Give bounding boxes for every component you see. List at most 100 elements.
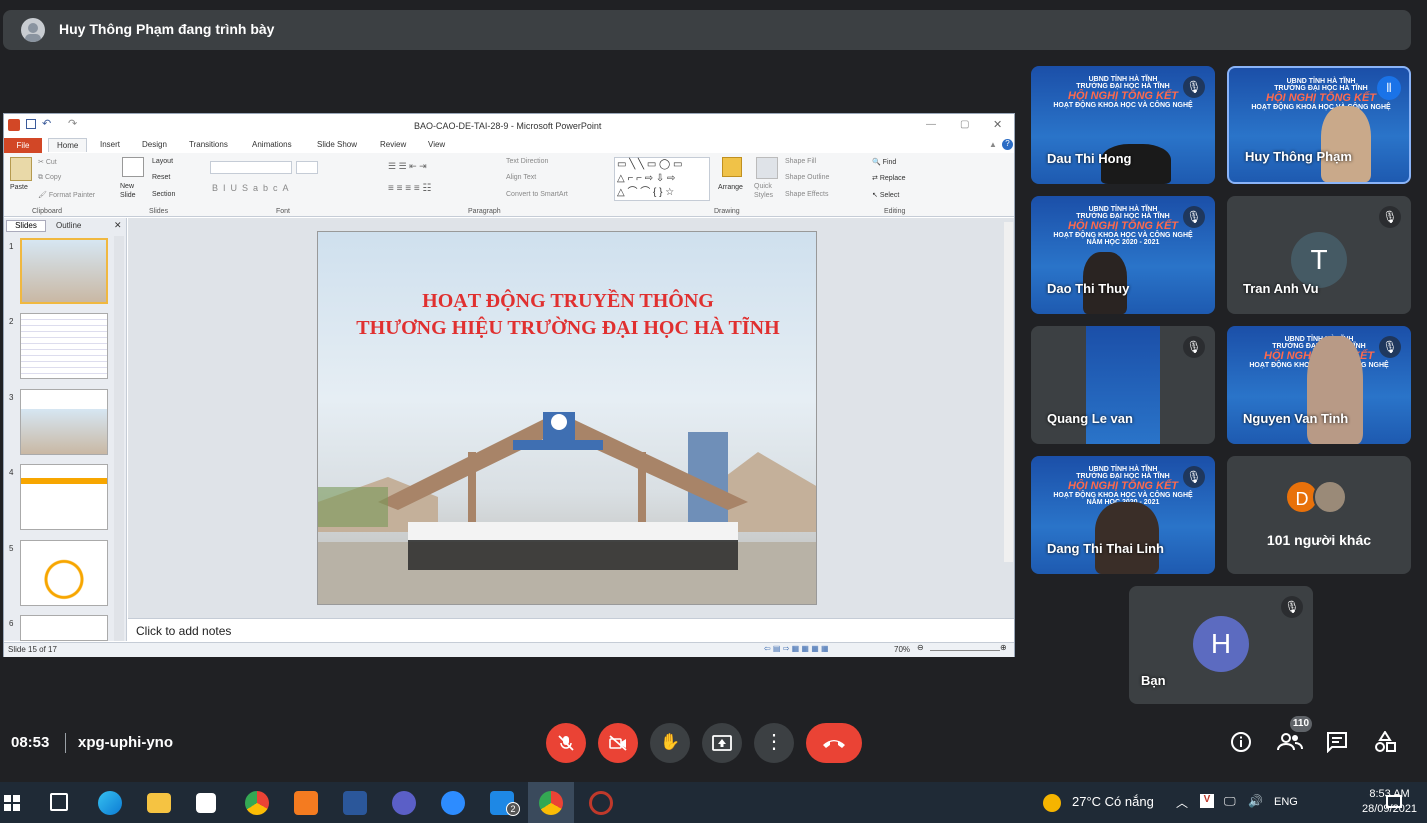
align-buttons[interactable]: ≡ ≡ ≡ ≡ ☷	[388, 183, 431, 194]
leave-call-button[interactable]	[806, 723, 862, 763]
zoom-out-icon[interactable]: ⊖	[917, 643, 924, 652]
redo-icon[interactable]: ↷	[68, 117, 77, 130]
section-button[interactable]: Section	[152, 191, 175, 198]
shapes-gallery[interactable]: ▭ ╲ ╲ ▭ ◯ ▭ △ ⌐ ⌐ ⇨ ⇩ ⇨ △ ⌒ ⌒ { } ☆	[614, 157, 710, 201]
tab-review[interactable]: Review	[380, 140, 406, 149]
participant-tile[interactable]: 🎙 Quang Le van	[1031, 326, 1215, 444]
foxit-icon[interactable]	[294, 791, 318, 815]
notes-pane[interactable]: Click to add notes	[128, 618, 1014, 642]
tab-animations[interactable]: Animations	[252, 140, 292, 149]
shape-fill-button[interactable]: Shape Fill	[785, 158, 816, 165]
zoom-level[interactable]: 70%	[894, 645, 910, 654]
tab-slide-show[interactable]: Slide Show	[317, 140, 357, 149]
new-slide-icon[interactable]	[122, 157, 144, 177]
zoom-in-icon[interactable]: ⊕	[1000, 643, 1007, 652]
notifications-icon[interactable]	[1386, 795, 1402, 808]
convert-smartart-button[interactable]: Convert to SmartArt	[506, 191, 568, 198]
raise-hand-button[interactable]: ✋	[650, 723, 690, 763]
list-buttons[interactable]: ☰ ☰ ⇤ ⇥	[388, 161, 427, 172]
replace-button[interactable]: ⇄ Replace	[872, 174, 906, 182]
quick-styles-button[interactable]: Quick Styles	[754, 182, 780, 200]
paste-icon[interactable]	[10, 157, 32, 181]
network-icon[interactable]: 🖵	[1224, 794, 1236, 809]
present-button[interactable]	[702, 723, 742, 763]
font-name-select[interactable]	[210, 161, 292, 174]
pane-close-icon[interactable]: ✕	[114, 220, 122, 231]
copy-button[interactable]: ⧉ Copy	[38, 174, 61, 182]
minimize-icon[interactable]: —	[926, 119, 936, 130]
shape-effects-button[interactable]: Shape Effects	[785, 191, 828, 198]
slides-pane-tab[interactable]: Slides	[6, 220, 46, 232]
self-tile[interactable]: H 🎙 Bạn	[1129, 586, 1313, 704]
slide-thumbnail-3[interactable]	[20, 389, 108, 455]
current-slide[interactable]: HOẠT ĐỘNG TRUYỀN THÔNG THƯƠNG HIỆU TRƯỜN…	[317, 231, 817, 605]
mic-toggle-button[interactable]	[546, 723, 586, 763]
word-icon[interactable]	[343, 791, 367, 815]
teams-icon[interactable]	[392, 791, 416, 815]
outline-pane-tab[interactable]: Outline	[56, 221, 81, 230]
shape-outline-button[interactable]: Shape Outline	[785, 174, 829, 181]
windows-start-icon[interactable]	[4, 795, 20, 811]
powerpoint-window[interactable]: ↶ ↷ BAO-CAO-DE-TAI-28-9 - Microsoft Powe…	[3, 113, 1015, 657]
format-painter-button[interactable]: 🖌 Format Painter	[38, 191, 95, 199]
meeting-details-button[interactable]	[1230, 731, 1252, 759]
slide-thumbnail-4[interactable]	[20, 464, 108, 530]
help-icon[interactable]: ?	[1002, 139, 1013, 150]
people-button[interactable]	[1277, 731, 1303, 759]
chat-button[interactable]	[1326, 731, 1348, 759]
store-icon[interactable]	[196, 793, 216, 813]
tab-insert[interactable]: Insert	[100, 140, 120, 149]
slide-scrollbar[interactable]	[1004, 222, 1013, 562]
participant-tile[interactable]: UBND TỈNH HÀ TĨNHTRƯỜNG ĐẠI HỌC HÀ TĨNHH…	[1031, 66, 1215, 184]
arrange-icon[interactable]	[722, 157, 742, 177]
participant-tile[interactable]: UBND TỈNH HÀ TĨNHTRƯỜNG ĐẠI HỌC HÀ TĨNHH…	[1227, 326, 1411, 444]
slide-thumbnail-1[interactable]	[20, 238, 108, 304]
activities-button[interactable]	[1374, 730, 1396, 759]
arrange-button[interactable]: Arrange	[718, 184, 743, 191]
view-buttons[interactable]: ⇦ ▤ ⇨ ▦ ▦ ▦ ▦	[764, 644, 829, 653]
reset-button[interactable]: Reset	[152, 174, 170, 181]
quick-styles-icon[interactable]	[756, 157, 778, 179]
select-button[interactable]: ↖ Select	[872, 191, 899, 199]
chrome-icon[interactable]	[245, 791, 269, 815]
text-direction-button[interactable]: Text Direction	[506, 158, 548, 165]
undo-icon[interactable]: ↶	[42, 117, 51, 130]
align-text-button[interactable]: Align Text	[506, 174, 536, 181]
edge-icon[interactable]	[98, 791, 122, 815]
paste-button[interactable]: Paste	[10, 184, 28, 191]
save-icon[interactable]	[26, 119, 36, 129]
weather-widget[interactable]: 27°C Có nắng	[1072, 794, 1154, 809]
new-slide-button[interactable]: New Slide	[120, 182, 150, 200]
zoom-icon[interactable]	[441, 791, 465, 815]
font-size-select[interactable]	[296, 161, 318, 174]
tab-design[interactable]: Design	[142, 140, 167, 149]
tab-transitions[interactable]: Transitions	[189, 140, 228, 149]
file-explorer-icon[interactable]	[147, 793, 171, 813]
tab-view[interactable]: View	[428, 140, 445, 149]
volume-icon[interactable]: 🔊	[1248, 794, 1263, 808]
tab-home[interactable]: Home	[48, 138, 88, 152]
more-options-button[interactable]: ⋮	[754, 723, 794, 763]
font-format-buttons[interactable]: BIUSabcA	[212, 183, 294, 193]
tab-file[interactable]: File	[4, 138, 42, 153]
cut-button[interactable]: ✂ Cut	[38, 158, 57, 166]
camera-toggle-button[interactable]	[598, 723, 638, 763]
tray-chevron-icon[interactable]: ︿	[1176, 794, 1188, 811]
language-indicator[interactable]: ENG	[1274, 796, 1298, 808]
app-icon[interactable]	[589, 791, 613, 815]
participant-tile[interactable]: UBND TỈNH HÀ TĨNHTRƯỜNG ĐẠI HỌC HÀ TĨNHH…	[1031, 456, 1215, 574]
chrome-meet-icon[interactable]	[539, 791, 563, 815]
unikey-icon[interactable]: V	[1200, 794, 1214, 808]
maximize-icon[interactable]: ▢	[960, 119, 969, 130]
pane-scrollbar[interactable]	[114, 236, 124, 641]
slide-thumbnail-5[interactable]	[20, 540, 108, 606]
find-button[interactable]: 🔍 Find	[872, 158, 896, 166]
others-tile[interactable]: D 101 người khác	[1227, 456, 1411, 574]
zoom-slider[interactable]	[930, 650, 1000, 651]
layout-button[interactable]: Layout	[152, 158, 173, 165]
collapse-ribbon-icon[interactable]: ▲	[989, 140, 997, 149]
participant-tile[interactable]: UBND TỈNH HÀ TĨNHTRƯỜNG ĐẠI HỌC HÀ TĨNHH…	[1031, 196, 1215, 314]
slide-thumbnail-6[interactable]	[20, 615, 108, 641]
slide-thumbnail-2[interactable]	[20, 313, 108, 379]
task-view-icon[interactable]	[50, 793, 68, 811]
